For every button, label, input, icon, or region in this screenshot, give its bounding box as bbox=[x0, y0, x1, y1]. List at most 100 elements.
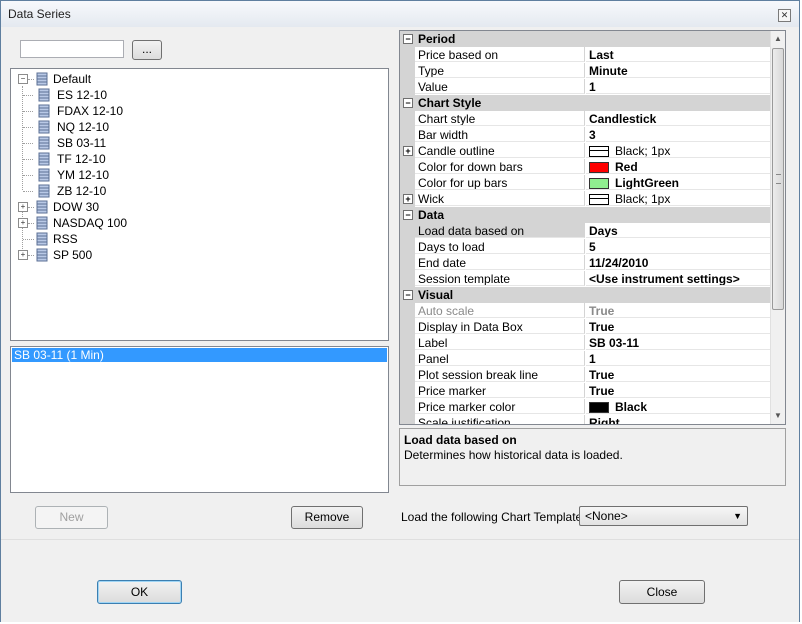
category-chart-style[interactable]: − Chart Style bbox=[400, 95, 771, 111]
property-row[interactable]: Label SB 03-11 bbox=[400, 335, 771, 351]
property-row[interactable]: Scale justification Right bbox=[400, 415, 771, 424]
browse-button[interactable]: ... bbox=[132, 40, 162, 60]
tree-node-label: SP 500 bbox=[53, 248, 93, 262]
category-visual[interactable]: − Visual bbox=[400, 287, 771, 303]
chevron-down-icon: ▼ bbox=[733, 511, 742, 521]
property-value[interactable]: 1 bbox=[586, 79, 771, 94]
property-value[interactable]: Minute bbox=[586, 63, 771, 78]
property-row[interactable]: Load data based on Days bbox=[400, 223, 771, 239]
property-value-text: Black bbox=[615, 400, 648, 414]
property-row[interactable]: Price marker color Black bbox=[400, 399, 771, 415]
tree-node-label: RSS bbox=[53, 232, 78, 246]
property-value[interactable]: Right bbox=[586, 415, 771, 424]
expand-icon[interactable]: + bbox=[18, 250, 28, 260]
category-period[interactable]: − Period bbox=[400, 31, 771, 47]
new-button[interactable]: New bbox=[35, 506, 108, 529]
collapse-icon[interactable]: − bbox=[403, 34, 413, 44]
scroll-thumb[interactable] bbox=[772, 48, 784, 310]
color-swatch-icon bbox=[589, 402, 609, 413]
property-value[interactable]: 11/24/2010 bbox=[586, 255, 771, 270]
property-row[interactable]: End date 11/24/2010 bbox=[400, 255, 771, 271]
collapse-icon[interactable]: − bbox=[403, 98, 413, 108]
property-name: Plot session break line bbox=[415, 367, 585, 382]
category-label: Period bbox=[418, 32, 456, 46]
dialog-footer: OK Close bbox=[1, 539, 799, 622]
property-grid: − Period Price based on Last Type Minute Va… bbox=[399, 30, 786, 425]
property-name: Display in Data Box bbox=[415, 319, 585, 334]
tree-item-label: YM 12-10 bbox=[57, 168, 110, 182]
property-value[interactable]: True bbox=[586, 367, 771, 382]
property-value[interactable]: Black; 1px bbox=[586, 191, 771, 206]
tree-node-label: DOW 30 bbox=[53, 200, 100, 214]
category-data[interactable]: − Data bbox=[400, 207, 771, 223]
property-value[interactable]: True bbox=[586, 383, 771, 398]
remove-button[interactable]: Remove bbox=[291, 506, 363, 529]
property-value[interactable]: <Use instrument settings> bbox=[586, 271, 771, 286]
property-row[interactable]: + Candle outline Black; 1px bbox=[400, 143, 771, 159]
property-row[interactable]: Days to load 5 bbox=[400, 239, 771, 255]
property-row[interactable]: Price marker True bbox=[400, 383, 771, 399]
property-value[interactable]: SB 03-11 bbox=[586, 335, 771, 350]
tree-item-label: SB 03-11 bbox=[57, 136, 107, 150]
selected-series-item[interactable]: SB 03-11 (1 Min) bbox=[12, 348, 387, 362]
property-row[interactable]: Color for down bars Red bbox=[400, 159, 771, 175]
property-row[interactable]: Price based on Last bbox=[400, 47, 771, 63]
collapse-icon[interactable]: − bbox=[403, 210, 413, 220]
description-title: Load data based on bbox=[404, 433, 517, 447]
property-row[interactable]: Chart style Candlestick bbox=[400, 111, 771, 127]
property-value[interactable]: Candlestick bbox=[586, 111, 771, 126]
property-value[interactable]: Black bbox=[586, 399, 771, 414]
property-row[interactable]: Display in Data Box True bbox=[400, 319, 771, 335]
property-row[interactable]: Session template <Use instrument settings… bbox=[400, 271, 771, 287]
expand-icon[interactable]: + bbox=[18, 202, 28, 212]
dialog-body: ... − Default ES 12-10 FDAX 12-10 NQ 12-… bbox=[1, 27, 799, 539]
property-row[interactable]: Bar width 3 bbox=[400, 127, 771, 143]
property-row[interactable]: + Wick Black; 1px bbox=[400, 191, 771, 207]
database-icon bbox=[36, 216, 48, 230]
property-value[interactable]: 3 bbox=[586, 127, 771, 142]
scroll-down-icon[interactable]: ▼ bbox=[771, 408, 785, 424]
category-label: Chart Style bbox=[418, 96, 482, 110]
property-value[interactable]: LightGreen bbox=[586, 175, 771, 190]
tree-item-label: ES 12-10 bbox=[57, 88, 108, 102]
property-name: Type bbox=[415, 63, 585, 78]
expand-icon[interactable]: + bbox=[18, 218, 28, 228]
property-value-text: Red bbox=[615, 160, 638, 174]
collapse-icon[interactable]: − bbox=[403, 290, 413, 300]
property-row[interactable]: Type Minute bbox=[400, 63, 771, 79]
property-row[interactable]: Color for up bars LightGreen bbox=[400, 175, 771, 191]
property-row[interactable]: Panel 1 bbox=[400, 351, 771, 367]
property-value[interactable]: Black; 1px bbox=[586, 143, 771, 158]
property-row[interactable]: Plot session break line True bbox=[400, 367, 771, 383]
property-description-panel: Load data based on Determines how histor… bbox=[399, 428, 786, 486]
property-name: Price based on bbox=[415, 47, 585, 62]
property-value[interactable]: Red bbox=[586, 159, 771, 174]
chart-template-value: <None> bbox=[585, 509, 628, 523]
expand-icon[interactable]: + bbox=[403, 194, 413, 204]
property-name: Label bbox=[415, 335, 585, 350]
instrument-search-input[interactable] bbox=[20, 40, 124, 58]
property-grid-scrollbar[interactable]: ▲ ▼ bbox=[770, 31, 785, 424]
property-name: Color for up bars bbox=[415, 175, 585, 190]
grip-icon bbox=[776, 174, 781, 184]
property-value[interactable]: True bbox=[586, 319, 771, 334]
chart-template-select[interactable]: <None> ▼ bbox=[579, 506, 748, 526]
property-value[interactable]: 1 bbox=[586, 351, 771, 366]
scroll-up-icon[interactable]: ▲ bbox=[771, 31, 785, 47]
property-value[interactable]: Last bbox=[586, 47, 771, 62]
property-name: Color for down bars bbox=[415, 159, 585, 174]
property-row[interactable]: Auto scale True bbox=[400, 303, 771, 319]
property-row[interactable]: Value 1 bbox=[400, 79, 771, 95]
ok-button[interactable]: OK bbox=[97, 580, 182, 604]
property-value[interactable]: 5 bbox=[586, 239, 771, 254]
collapse-icon[interactable]: − bbox=[18, 74, 28, 84]
category-label: Data bbox=[418, 208, 445, 222]
property-value[interactable]: Days bbox=[586, 223, 771, 238]
color-swatch-icon bbox=[589, 162, 609, 173]
database-icon bbox=[38, 104, 50, 118]
property-name: Candle outline bbox=[415, 143, 585, 158]
close-button[interactable]: Close bbox=[619, 580, 705, 604]
close-window-icon[interactable]: ✕ bbox=[778, 9, 791, 22]
property-name: End date bbox=[415, 255, 585, 270]
expand-icon[interactable]: + bbox=[403, 146, 413, 156]
